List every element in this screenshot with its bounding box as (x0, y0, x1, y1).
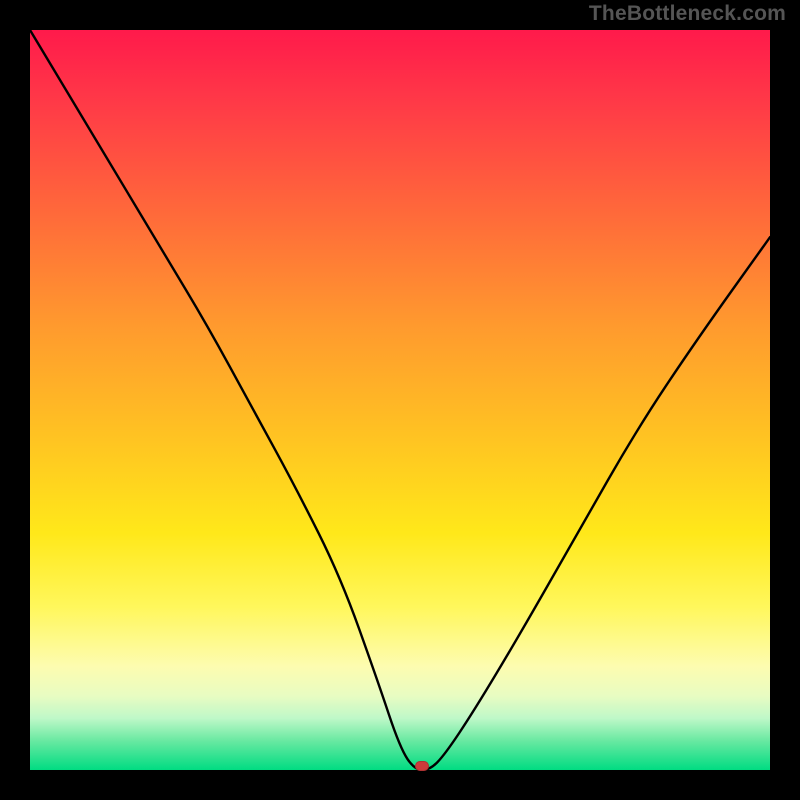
plot-area (30, 30, 770, 770)
chart-frame: TheBottleneck.com (0, 0, 800, 800)
curve-svg (30, 30, 770, 770)
bottleneck-curve-path (30, 30, 770, 770)
watermark-text: TheBottleneck.com (589, 2, 786, 26)
bottleneck-marker (415, 761, 429, 771)
